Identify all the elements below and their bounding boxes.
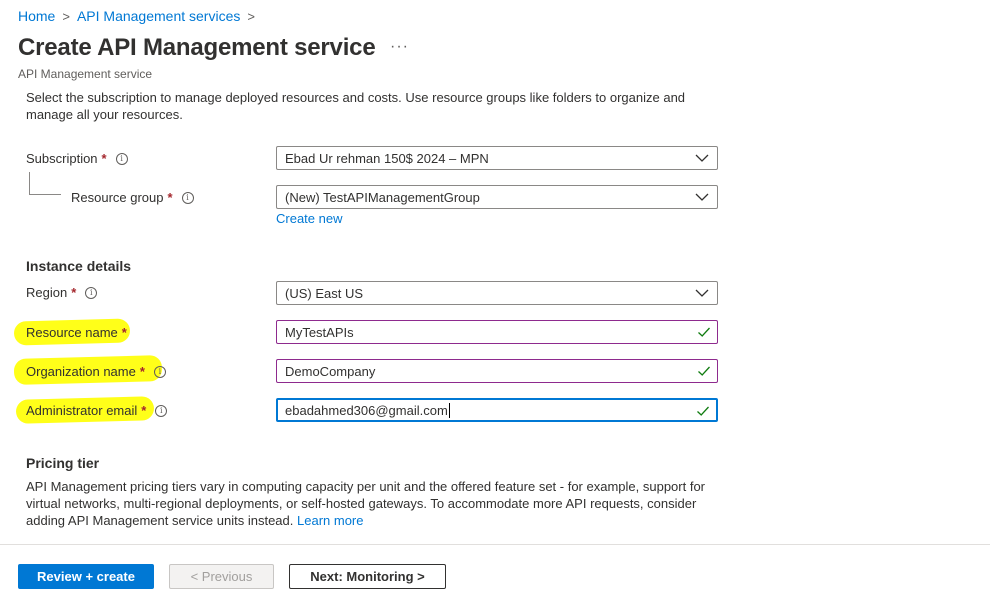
checkmark-icon: [697, 406, 709, 416]
required-mark: *: [167, 190, 173, 205]
subscription-value: Ebad Ur rehman 150$ 2024 – MPN: [285, 150, 489, 166]
previous-button[interactable]: < Previous: [169, 564, 274, 589]
admin-email-value: ebadahmed306@gmail.com: [285, 402, 448, 418]
breadcrumb: Home > API Management services >: [18, 8, 262, 24]
required-mark: *: [141, 403, 147, 418]
checkmark-icon: [698, 327, 710, 337]
subscription-label-text: Subscription: [26, 151, 98, 166]
learn-more-link[interactable]: Learn more: [297, 513, 363, 528]
breadcrumb-services-link[interactable]: API Management services: [77, 8, 240, 24]
admin-email-input[interactable]: ebadahmed306@gmail.com: [276, 398, 718, 422]
region-value: (US) East US: [285, 285, 364, 301]
text-caret: [448, 402, 450, 418]
resource-group-select[interactable]: (New) TestAPIManagementGroup: [276, 185, 718, 209]
pricing-tier-heading: Pricing tier: [26, 455, 100, 471]
checkmark-icon: [698, 366, 710, 376]
organization-name-value: DemoCompany: [285, 363, 376, 379]
organization-name-label-text: Organization name: [26, 364, 136, 379]
chevron-down-icon: [695, 154, 709, 162]
pricing-tier-description: API Management pricing tiers vary in com…: [26, 478, 706, 529]
resource-name-value: MyTestAPIs: [285, 324, 354, 340]
resource-name-label-text: Resource name: [26, 325, 118, 340]
next-monitoring-button[interactable]: Next: Monitoring >: [289, 564, 446, 589]
info-icon[interactable]: i: [115, 152, 128, 165]
admin-email-label: Administrator email * i: [26, 403, 168, 418]
required-mark: *: [71, 285, 77, 300]
resource-name-input[interactable]: MyTestAPIs: [276, 320, 718, 344]
region-select[interactable]: (US) East US: [276, 281, 718, 305]
organization-name-input[interactable]: DemoCompany: [276, 359, 718, 383]
page-subtitle: API Management service: [18, 67, 153, 81]
breadcrumb-home-link[interactable]: Home: [18, 8, 55, 24]
page-title: Create API Management service: [18, 34, 376, 61]
resource-name-label: Resource name *: [26, 325, 127, 340]
tree-connector-vertical: [29, 172, 30, 194]
resource-group-value: (New) TestAPIManagementGroup: [285, 189, 480, 205]
chevron-right-icon: >: [247, 8, 255, 24]
footer-divider: [0, 544, 990, 545]
required-mark: *: [121, 325, 127, 340]
instance-details-heading: Instance details: [26, 258, 132, 274]
chevron-down-icon: [695, 193, 709, 201]
required-mark: *: [139, 364, 145, 379]
organization-name-label: Organization name * i: [26, 364, 166, 379]
review-create-button[interactable]: Review + create: [18, 564, 154, 589]
info-icon[interactable]: i: [181, 191, 194, 204]
pricing-tier-text: API Management pricing tiers vary in com…: [26, 479, 706, 528]
info-icon[interactable]: i: [155, 404, 168, 417]
resource-group-label: Resource group * i: [71, 190, 194, 205]
more-icon[interactable]: ···: [390, 38, 409, 56]
admin-email-label-text: Administrator email: [26, 403, 138, 418]
resource-group-label-text: Resource group: [71, 190, 164, 205]
required-mark: *: [101, 151, 107, 166]
create-new-link[interactable]: Create new: [276, 211, 342, 226]
region-label: Region * i: [26, 285, 98, 300]
page-description: Select the subscription to manage deploy…: [26, 90, 686, 122]
info-icon[interactable]: i: [153, 365, 166, 378]
subscription-label: Subscription * i: [26, 151, 128, 166]
subscription-select[interactable]: Ebad Ur rehman 150$ 2024 – MPN: [276, 146, 718, 170]
chevron-down-icon: [695, 289, 709, 297]
chevron-right-icon: >: [62, 8, 70, 24]
region-label-text: Region: [26, 285, 68, 300]
tree-connector-horizontal: [29, 194, 61, 195]
info-icon[interactable]: i: [85, 286, 98, 299]
